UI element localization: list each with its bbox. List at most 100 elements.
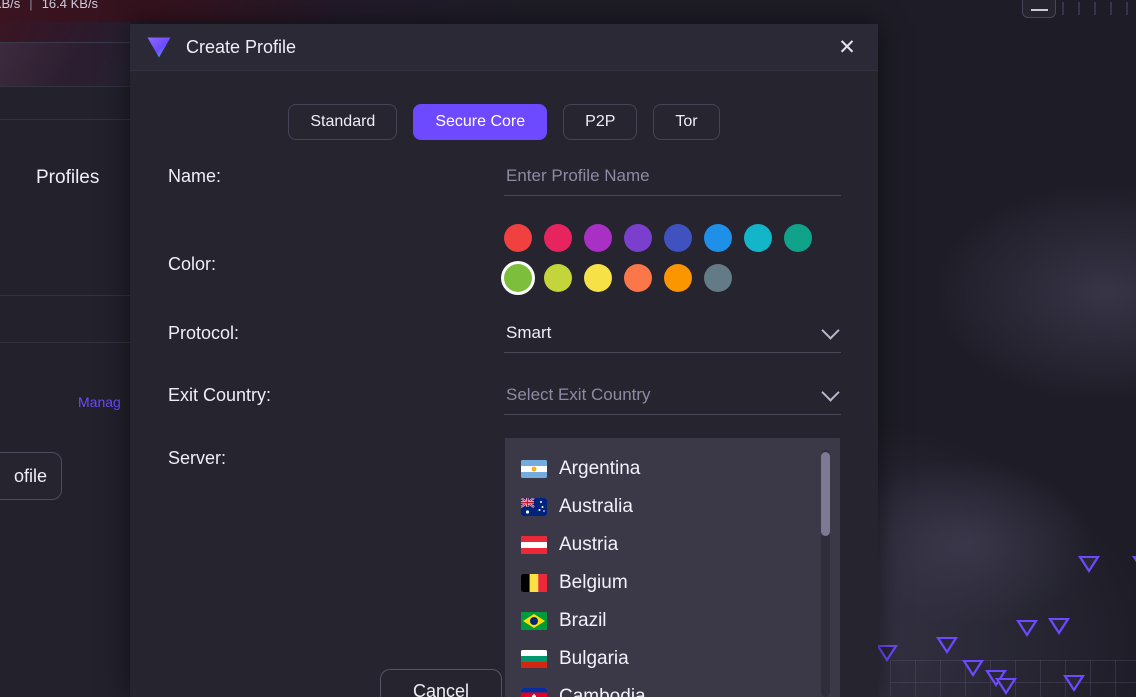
download-speed: 5 KB/s [0, 0, 21, 11]
swatch-fill [584, 264, 612, 292]
color-field-control [504, 224, 841, 292]
titlebar-ticks [1056, 0, 1136, 22]
pane-divider [0, 119, 130, 120]
flag-icon-br [521, 612, 547, 630]
close-icon[interactable]: ✕ [830, 30, 864, 64]
manage-link[interactable]: Manag [78, 394, 121, 410]
dialog-header: Create Profile ✕ [130, 24, 878, 71]
country-option[interactable]: Argentina [505, 450, 840, 488]
country-option[interactable]: Australia [505, 488, 840, 526]
color-swatch-orange[interactable] [664, 264, 704, 292]
tab-standard[interactable]: Standard [288, 104, 398, 140]
dropdown-scrollbar-thumb[interactable] [821, 452, 830, 536]
color-swatch-yellow[interactable] [584, 264, 624, 292]
pane-divider [0, 342, 130, 343]
swatch-fill [624, 224, 652, 252]
minimize-icon [1031, 9, 1048, 11]
swatch-fill [504, 224, 532, 252]
country-option[interactable]: Brazil [505, 602, 840, 640]
swatch-fill [664, 264, 692, 292]
swatch-fill [704, 224, 732, 252]
form-row-color: Color: [130, 224, 878, 292]
speed-separator: | [29, 0, 33, 11]
swatch-fill [544, 264, 572, 292]
tab-secure-core[interactable]: Secure Core [413, 104, 548, 140]
country-option[interactable]: Belgium [505, 564, 840, 602]
exit-country-label: Exit Country: [168, 385, 272, 405]
dialog-title: Create Profile [186, 36, 297, 57]
server-marker[interactable] [995, 678, 1017, 695]
name-label: Name: [168, 166, 222, 186]
chevron-down-icon [821, 383, 840, 402]
country-name: Bulgaria [559, 648, 629, 669]
new-profile-button[interactable]: ofile [0, 452, 62, 500]
color-swatch-grid [504, 224, 841, 292]
color-swatch-indigo[interactable] [664, 224, 704, 252]
profiles-heading: Profiles [36, 167, 100, 188]
tab-p2p[interactable]: P2P [563, 104, 638, 140]
color-swatch-pink[interactable] [544, 224, 584, 252]
protocol-selected-value: Smart [506, 323, 552, 342]
swatch-fill [784, 224, 812, 252]
swatch-fill [744, 224, 772, 252]
swatch-fill [704, 264, 732, 292]
server-marker[interactable] [1016, 620, 1038, 637]
proton-vpn-logo-icon [147, 37, 171, 58]
color-swatch-teal[interactable] [784, 224, 824, 252]
server-marker[interactable] [1063, 675, 1085, 692]
screen-root: 5 KB/s | 16.4 KB/s ect Profiles Manag ofil… [0, 0, 1136, 697]
country-option[interactable]: Austria [505, 526, 840, 564]
upload-speed: 16.4 KB/s [41, 0, 99, 11]
connection-hero [0, 22, 130, 87]
hero-stripe [0, 42, 130, 87]
color-swatch-slate-gray[interactable] [704, 264, 744, 292]
swatch-fill [544, 224, 572, 252]
server-marker[interactable] [936, 637, 958, 654]
color-swatch-salmon[interactable] [624, 264, 664, 292]
exit-country-placeholder: Select Exit Country [506, 385, 651, 404]
protocol-label: Protocol: [168, 323, 240, 343]
country-name: Cambodia [559, 686, 646, 697]
protocol-select[interactable]: Smart [504, 321, 841, 353]
color-label: Color: [168, 254, 217, 274]
pane-divider [0, 295, 130, 296]
server-marker[interactable] [876, 645, 898, 662]
swatch-fill [584, 224, 612, 252]
profile-name-input[interactable] [504, 166, 841, 196]
tab-tor[interactable]: Tor [653, 104, 720, 140]
flag-icon-bg [521, 650, 547, 668]
flag-icon-au [521, 498, 547, 516]
exit-country-select[interactable]: Select Exit Country [504, 383, 841, 415]
profile-form: Name: Color: Protocol: [130, 166, 878, 469]
color-swatch-green[interactable] [504, 264, 544, 292]
country-option[interactable]: Bulgaria [505, 640, 840, 678]
exit-country-field-control: Select Exit Country [504, 383, 841, 415]
flag-icon-ar [521, 460, 547, 478]
color-swatch-cyan[interactable] [744, 224, 784, 252]
color-swatch-blue[interactable] [704, 224, 744, 252]
server-marker[interactable] [962, 660, 984, 677]
swatch-fill [624, 264, 652, 292]
server-marker[interactable] [1048, 618, 1070, 635]
form-row-name: Name: [130, 166, 878, 196]
flag-icon-kh [521, 688, 547, 697]
minimize-window-button[interactable] [1022, 0, 1056, 18]
chevron-down-icon [821, 321, 840, 340]
color-swatch-red[interactable] [504, 224, 544, 252]
server-label: Server: [168, 448, 227, 468]
country-name: Belgium [559, 572, 628, 593]
color-swatch-lime[interactable] [544, 264, 584, 292]
color-swatch-magenta[interactable] [584, 224, 624, 252]
server-marker[interactable] [1132, 556, 1136, 573]
app-left-pane: ect Profiles Manag ofile [0, 22, 130, 697]
cancel-button[interactable]: Cancel [380, 669, 502, 697]
server-marker[interactable] [1078, 556, 1100, 573]
color-swatch-purple[interactable] [624, 224, 664, 252]
profile-type-tabs: Standard Secure Core P2P Tor [130, 71, 878, 140]
network-speed-readout: 5 KB/s | 16.4 KB/s [0, 0, 98, 11]
swatch-fill [504, 264, 532, 292]
country-option-list: Argentina Australia Austria Belgium Brazil Bu… [505, 438, 840, 697]
flag-icon-at [521, 536, 547, 554]
country-option[interactable]: Cambodia [505, 678, 840, 697]
app-status-bar: 5 KB/s | 16.4 KB/s [0, 0, 1136, 22]
